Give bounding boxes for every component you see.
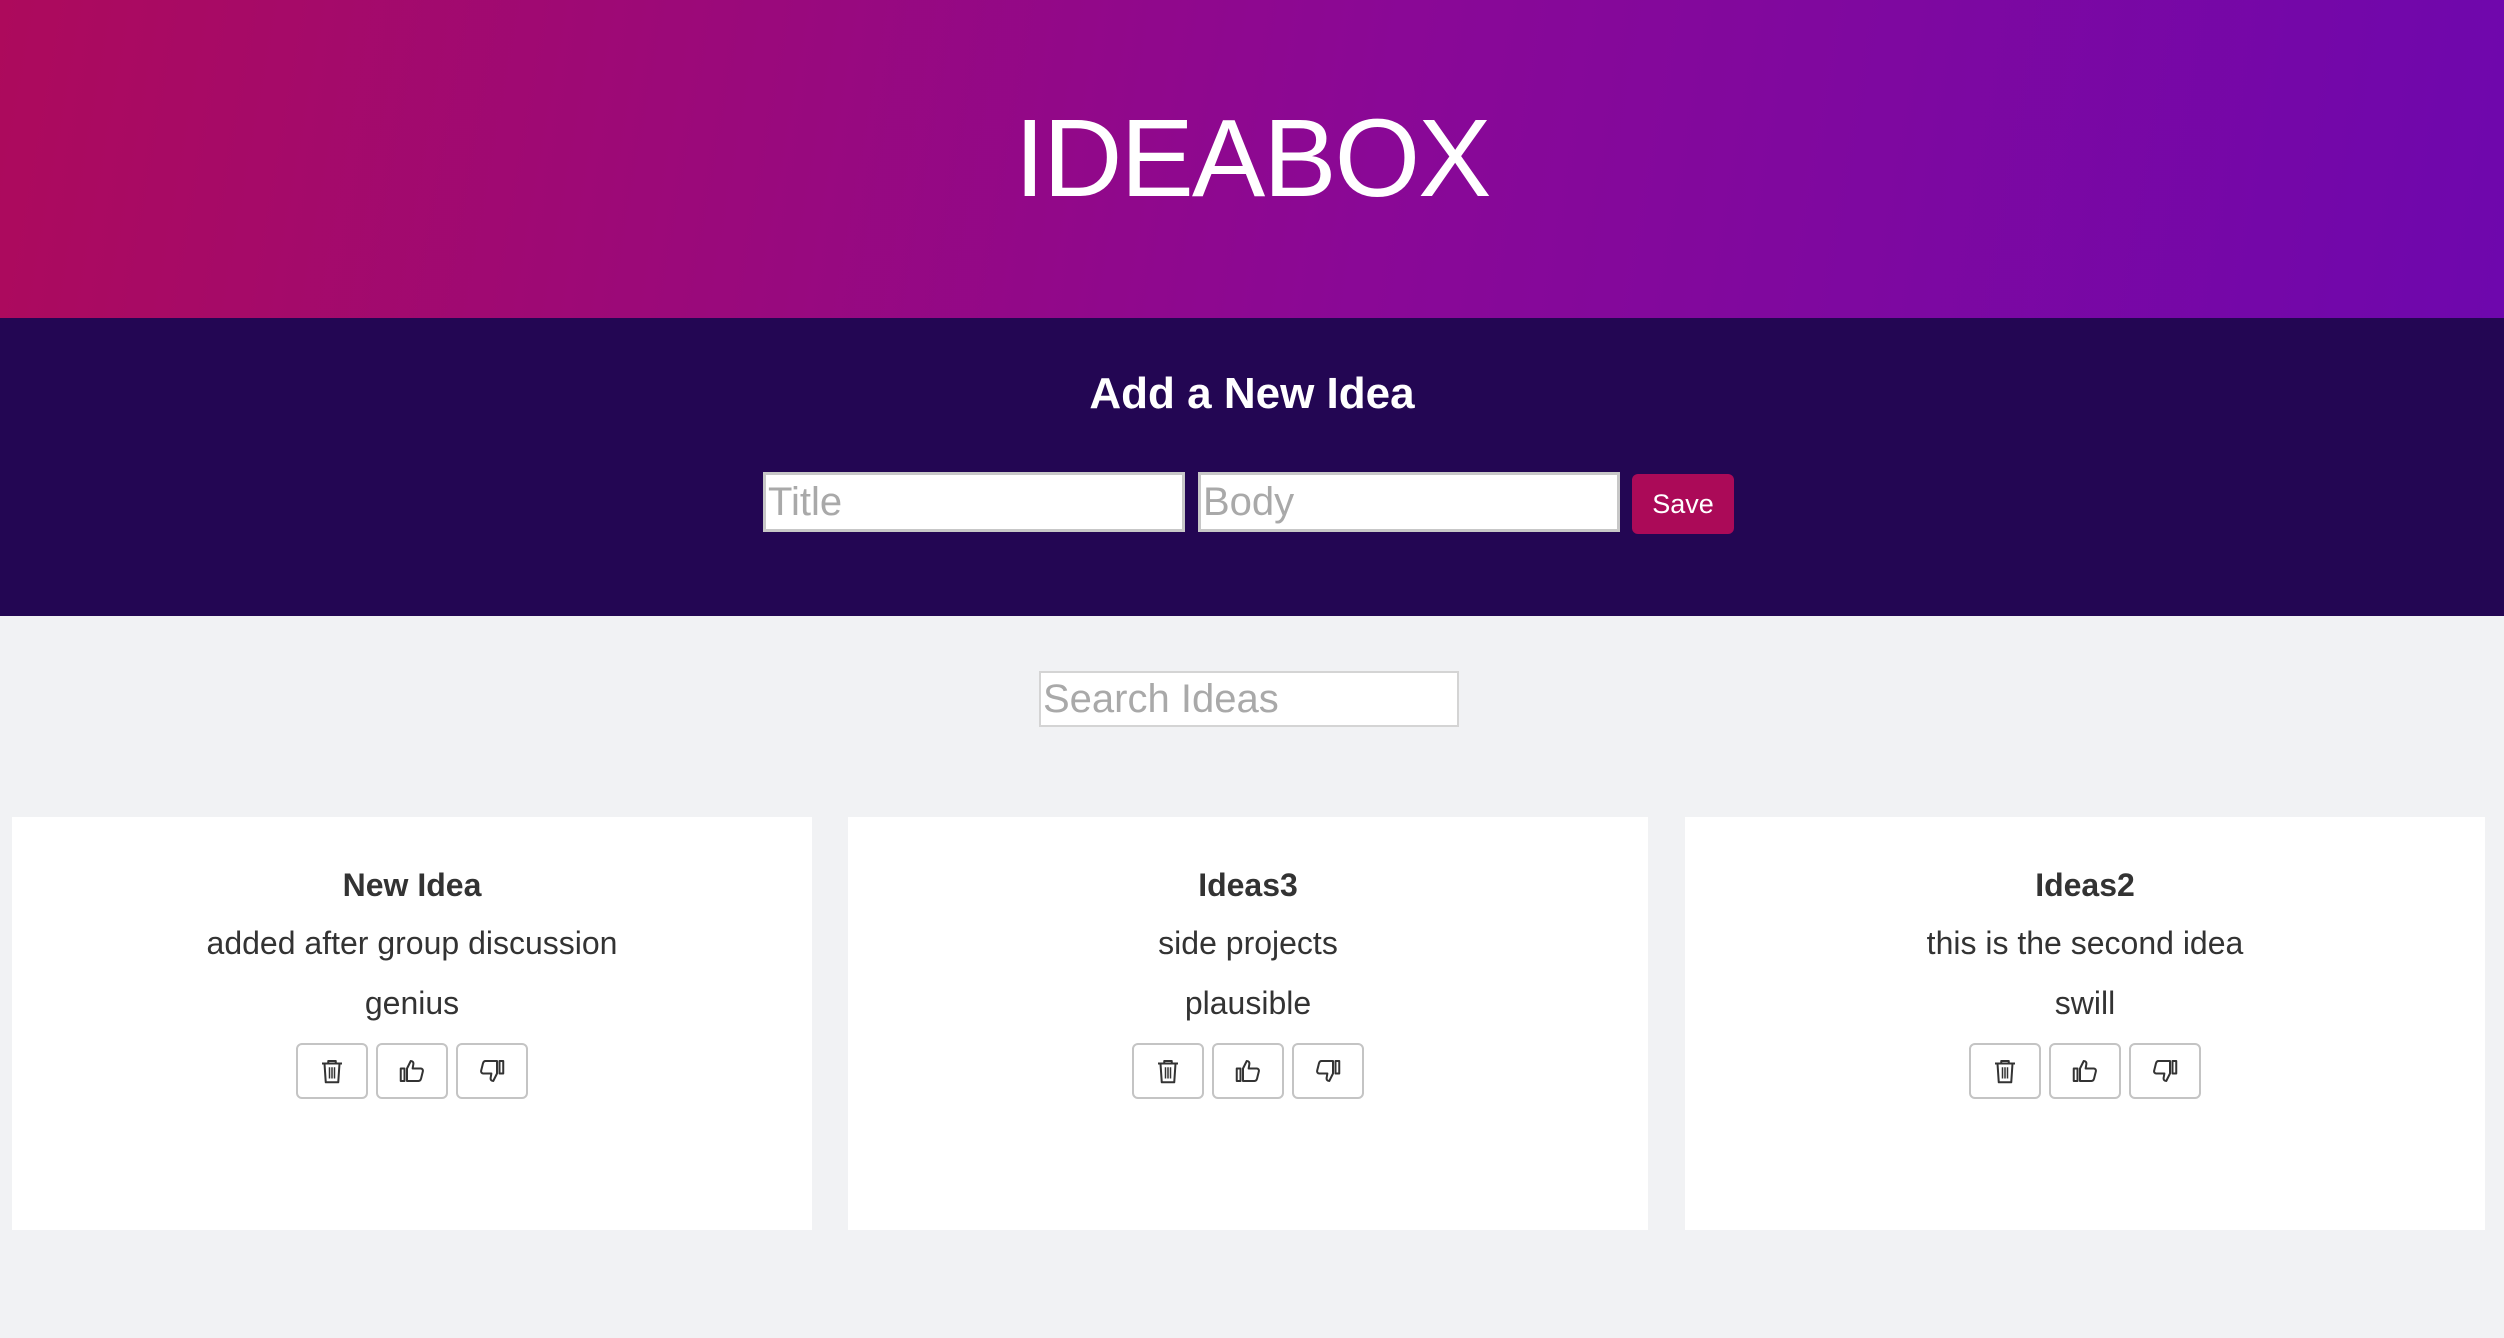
idea-title[interactable]: Ideas2 bbox=[1685, 867, 2485, 904]
idea-quality: swill bbox=[2054, 985, 2116, 1021]
upvote-button[interactable] bbox=[2049, 1043, 2121, 1099]
idea-body[interactable]: added after group discussion bbox=[12, 925, 812, 962]
idea-card: New Idea added after group discussion ge… bbox=[12, 817, 812, 1230]
delete-button[interactable] bbox=[296, 1043, 368, 1099]
idea-body[interactable]: side projects bbox=[848, 925, 1648, 962]
thumbs-down-icon bbox=[1313, 1056, 1343, 1086]
thumbs-down-icon bbox=[2150, 1056, 2180, 1086]
idea-actions bbox=[848, 1043, 1648, 1099]
thumbs-up-icon bbox=[2070, 1056, 2100, 1086]
idea-quality: plausible bbox=[1184, 985, 1312, 1021]
thumbs-down-icon bbox=[477, 1056, 507, 1086]
body-input[interactable] bbox=[1198, 472, 1620, 532]
idea-card: Ideas2 this is the second idea swill bbox=[1685, 817, 2485, 1230]
idea-title[interactable]: New Idea bbox=[12, 867, 812, 904]
idea-card: Ideas3 side projects plausible bbox=[848, 817, 1648, 1230]
trash-icon bbox=[1153, 1056, 1183, 1086]
title-input[interactable] bbox=[763, 472, 1185, 532]
idea-title[interactable]: Ideas3 bbox=[848, 867, 1648, 904]
search-input[interactable] bbox=[1039, 671, 1459, 727]
thumbs-up-icon bbox=[1233, 1056, 1263, 1086]
idea-actions bbox=[1685, 1043, 2485, 1099]
idea-actions bbox=[12, 1043, 812, 1099]
delete-button[interactable] bbox=[1132, 1043, 1204, 1099]
idea-quality: genius bbox=[364, 985, 460, 1021]
delete-button[interactable] bbox=[1969, 1043, 2041, 1099]
new-idea-form: Add a New Idea Save bbox=[0, 318, 2504, 616]
app-header: IDEABOX bbox=[0, 0, 2504, 318]
trash-icon bbox=[317, 1056, 347, 1086]
downvote-button[interactable] bbox=[2129, 1043, 2201, 1099]
form-heading: Add a New Idea bbox=[1089, 369, 1415, 418]
downvote-button[interactable] bbox=[1292, 1043, 1364, 1099]
save-button[interactable]: Save bbox=[1632, 474, 1734, 534]
idea-body[interactable]: this is the second idea bbox=[1685, 925, 2485, 962]
upvote-button[interactable] bbox=[376, 1043, 448, 1099]
upvote-button[interactable] bbox=[1212, 1043, 1284, 1099]
downvote-button[interactable] bbox=[456, 1043, 528, 1099]
app-title: IDEABOX bbox=[1014, 97, 1491, 220]
thumbs-up-icon bbox=[397, 1056, 427, 1086]
trash-icon bbox=[1990, 1056, 2020, 1086]
